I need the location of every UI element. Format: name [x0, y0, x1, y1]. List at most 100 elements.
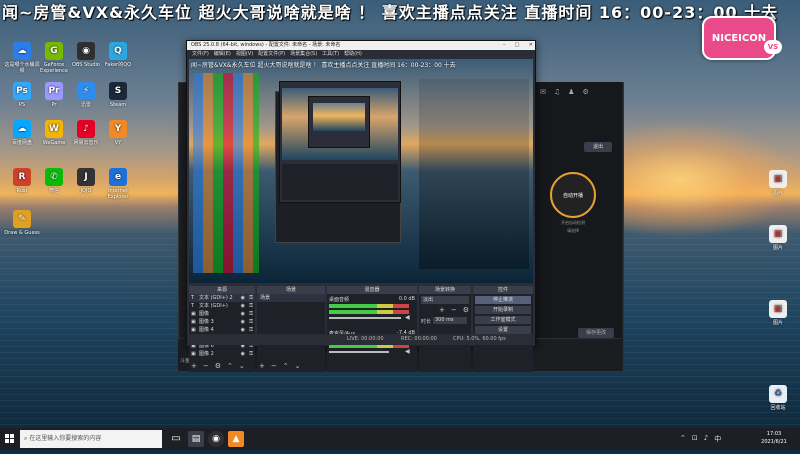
visibility-eye-icon[interactable]: ◉	[241, 294, 245, 302]
source-settings-icon[interactable]: ⚙	[215, 362, 221, 370]
settings-button[interactable]: 设置	[475, 326, 531, 334]
lock-icon[interactable]: ⚿	[249, 310, 253, 318]
start-recording-button[interactable]: 开始录制	[475, 306, 531, 314]
desktop-icon[interactable]: ♪ 网易云音乐	[68, 120, 104, 146]
volume-icon[interactable]: ♪	[704, 434, 708, 444]
add-source-icon[interactable]: +	[191, 362, 197, 370]
taskbar-clock[interactable]: 17:03 2021/6/21	[752, 430, 796, 448]
obs-menu-item[interactable]: 视图(V)	[236, 51, 253, 57]
scene-down-icon[interactable]: ⌄	[295, 362, 301, 370]
source-item[interactable]: ▣ 图像 ◉ ⚿	[189, 310, 255, 318]
desktop-icon[interactable]: ☁ 百度网盘	[4, 120, 40, 146]
desktop-icon[interactable]: Y VY	[100, 120, 136, 146]
taskbar-search[interactable]: ⌕ 在这里输入你要搜索的内容	[20, 430, 162, 448]
task-view-icon[interactable]: ▭	[168, 431, 184, 447]
mixer-dock-header: 混音器	[327, 286, 417, 294]
desktop-icon[interactable]: S Steam	[100, 82, 136, 108]
lock-icon[interactable]: ⚿	[249, 350, 253, 358]
settings-icon[interactable]: ⚙	[582, 88, 588, 98]
gift-icon[interactable]: ✉	[540, 88, 546, 98]
visibility-eye-icon[interactable]: ◉	[241, 326, 245, 334]
lock-icon[interactable]: ⚿	[249, 302, 253, 310]
lock-icon[interactable]: ⚿	[249, 294, 253, 302]
source-item[interactable]: ▣ 图像 4 ◉ ⚿	[189, 326, 255, 334]
transition-select[interactable]: 淡出	[421, 296, 469, 304]
save-changes-button[interactable]: 保存更改	[578, 328, 614, 338]
maximize-icon[interactable]: □	[515, 41, 520, 50]
obs-taskbar-icon[interactable]: ◉	[208, 431, 224, 447]
desktop-icon[interactable]: ☁ 这是哪个水桶调频	[4, 42, 40, 74]
obs-menu-item[interactable]: 文件(F)	[192, 51, 209, 57]
desktop-icon[interactable]: e Internet Explorer	[100, 168, 136, 200]
preview-banner: 闻~房管&VX&永久车位 超火大哥说啥就是啥 ！ 喜欢主播点点关注 直播时间 1…	[191, 62, 456, 69]
volume-slider[interactable]	[329, 317, 401, 319]
desktop-icon[interactable]: G GeForce Experience	[36, 42, 72, 74]
obs-menu-item[interactable]: 配置文件(P)	[258, 51, 285, 57]
source-item[interactable]: ▣ 图像 2 ◉ ⚿	[189, 350, 255, 358]
add-scene-icon[interactable]: +	[259, 362, 265, 370]
ime-icon[interactable]: 中	[714, 434, 721, 444]
obs-menu-item[interactable]: 帮助(H)	[344, 51, 362, 57]
desktop-icon[interactable]: ◉ OBS Studio	[68, 42, 104, 68]
preview-nested-docks	[282, 164, 398, 200]
source-item[interactable]: ▣ 图像 3 ◉ ⚿	[189, 318, 255, 326]
obs-menu-item[interactable]: 场景集合(S)	[290, 51, 317, 57]
auto-live-button[interactable]: 自动开播	[550, 172, 596, 218]
remove-source-icon[interactable]: −	[203, 362, 209, 370]
speaker-icon[interactable]: ◀	[405, 314, 410, 321]
obs-preview-canvas[interactable]: 闻~房管&VX&永久车位 超火大哥说啥就是啥 ！ 喜欢主播点点关注 直播时间 1…	[189, 59, 533, 283]
desktop-icon-right[interactable]: ▣ 图片	[760, 170, 796, 196]
tray-chevron-icon[interactable]: ⌃	[680, 434, 686, 444]
remove-transition-icon[interactable]: −	[451, 306, 457, 314]
cpu-status: CPU: 5.0%, 60.00 fps	[453, 336, 506, 342]
visibility-eye-icon[interactable]: ◉	[241, 318, 245, 326]
scene-item[interactable]: 场景	[257, 294, 325, 302]
speaker-icon[interactable]: ◀	[405, 348, 410, 355]
desktop-icon[interactable]: ⚡ 迅雷	[68, 82, 104, 108]
duration-input[interactable]: 300 ms	[433, 317, 467, 324]
desktop-icon[interactable]: R Rust	[4, 168, 40, 194]
visibility-eye-icon[interactable]: ◉	[241, 302, 245, 310]
user-icon[interactable]: ♟	[568, 88, 574, 98]
desktop-icon[interactable]: W WeGame	[36, 120, 72, 146]
lock-icon[interactable]: ⚿	[249, 326, 253, 334]
bell-icon[interactable]: ♫	[554, 88, 560, 98]
desktop-icon[interactable]: ✎ Draw & Guess	[4, 210, 40, 236]
visibility-eye-icon[interactable]: ◉	[241, 350, 245, 358]
minimize-icon[interactable]: –	[503, 41, 506, 50]
app-icon: R	[13, 168, 31, 186]
auto-live-subtitle: 开启自动检测	[561, 220, 585, 225]
transition-settings-icon[interactable]: ⚙	[463, 306, 469, 314]
lock-icon[interactable]: ⚿	[249, 318, 253, 326]
add-transition-icon[interactable]: +	[439, 306, 445, 314]
studio-mode-button[interactable]: 工作室模式	[475, 316, 531, 324]
file-explorer-icon[interactable]: ▤	[188, 431, 204, 447]
volume-slider[interactable]	[329, 351, 389, 353]
companion-taskbar-icon[interactable]: ▲	[228, 431, 244, 447]
remove-scene-icon[interactable]: −	[271, 362, 277, 370]
start-button[interactable]	[0, 428, 20, 450]
desktop-icon[interactable]: Ps PS	[4, 82, 40, 108]
exit-button[interactable]: 退出	[584, 142, 612, 152]
app-icon: ◉	[77, 42, 95, 60]
visibility-eye-icon[interactable]: ◉	[241, 310, 245, 318]
move-down-icon[interactable]: ⌄	[239, 362, 245, 370]
scene-up-icon[interactable]: ⌃	[283, 362, 289, 370]
network-icon[interactable]: ⊡	[692, 434, 698, 444]
desktop-icon-right[interactable]: ▣ 图片	[760, 300, 796, 326]
desktop-icon[interactable]: Pr Pr	[36, 82, 72, 108]
app-icon: Ps	[13, 82, 31, 100]
source-item[interactable]: T 文本 (GDI+) ◉ ⚿	[189, 302, 255, 310]
stop-stream-button[interactable]: 停止推流	[475, 296, 531, 304]
desktop-icon[interactable]: J JOJO	[68, 168, 104, 194]
desktop-icon-right[interactable]: ♻ 回收站	[760, 385, 796, 411]
desktop-icon[interactable]: ✆ 微信	[36, 168, 72, 194]
close-icon[interactable]: ✕	[529, 41, 533, 50]
move-up-icon[interactable]: ⌃	[227, 362, 233, 370]
source-item[interactable]: T 文本 (GDI+) 2 ◉ ⚿	[189, 294, 255, 302]
desktop-icon[interactable]: Q Faker的QQ	[100, 42, 136, 68]
obs-menu-item[interactable]: 编辑(E)	[214, 51, 231, 57]
desktop-icon-right[interactable]: ▣ 图片	[760, 225, 796, 251]
obs-menu-item[interactable]: 工具(T)	[322, 51, 339, 57]
preview-desktop-icons	[193, 73, 259, 273]
